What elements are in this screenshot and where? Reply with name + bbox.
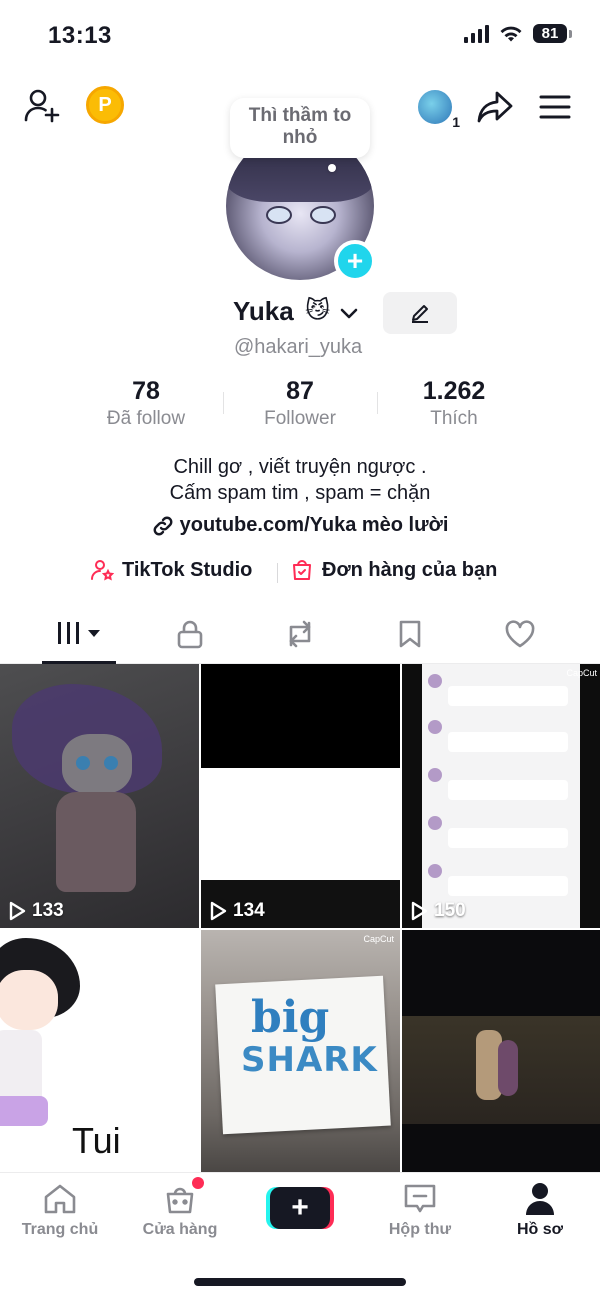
profile-note-bubble[interactable]: Thì thầm to nhỏ [230,98,370,172]
likes-label: Thích [430,408,478,429]
following-stat[interactable]: 78 Đã follow [71,376,221,432]
profile-bio: Chill gơ , viết truyện ngược . Cấm spam … [0,454,600,506]
share-arrow-icon [477,91,513,123]
nav-profile-label: Hồ sơ [516,1221,564,1238]
switch-account-button[interactable]: 1 [414,86,460,130]
coin-button[interactable]: P [86,86,124,124]
bio-line: Chill gơ , viết truyện ngược . [173,456,427,478]
video-caption: Tui [72,1120,121,1161]
tab-private[interactable] [130,604,250,664]
cellular-signal-icon [464,24,489,43]
capcut-watermark: CapCut [363,934,394,944]
menu-button[interactable] [536,88,574,126]
video-thumbnail[interactable]: 133 [0,664,199,928]
add-friend-button[interactable] [22,86,62,126]
coin-icon: P [98,93,112,116]
create-button[interactable]: + [266,1187,334,1229]
nav-inbox[interactable]: Hộp thư [360,1181,480,1251]
battery-level: 81 [533,24,567,43]
add-story-button[interactable]: + [334,240,376,282]
status-indicators: 81 [464,24,572,43]
video-thumbnail[interactable]: CapCut 150 [402,664,600,928]
video-caption: big [251,992,330,1043]
person-icon [526,1183,554,1215]
share-profile-button[interactable] [474,86,516,128]
bio-line: Cấm spam tim , spam = chặn [169,482,431,504]
add-person-icon [24,89,60,123]
username: @hakari_yuka [234,336,363,358]
tab-favorites[interactable] [350,604,470,664]
following-label: Đã follow [106,408,186,429]
heart-icon [505,620,535,648]
profile-note-text: Thì thầm to nhỏ [248,105,352,148]
bookmark-icon [399,620,421,648]
hamburger-menu-icon [539,95,571,119]
tab-liked[interactable] [460,604,580,664]
home-icon [44,1184,76,1214]
play-icon [210,901,227,921]
quick-links: TikTok Studio Đơn hàng của bạn [0,558,600,588]
home-indicator [194,1278,406,1286]
orders-button[interactable]: Đơn hàng của bạn [290,558,497,582]
content-tabs [0,604,600,664]
status-time: 13:13 [48,22,112,49]
grid-icon [58,622,100,644]
view-count-text: 133 [32,900,64,921]
view-count-text: 134 [233,900,265,921]
notification-dot [192,1177,204,1189]
nav-shop[interactable]: Cửa hàng [120,1177,240,1251]
tiktok-studio-label: TikTok Studio [122,558,253,581]
nav-shop-label: Cửa hàng [142,1221,218,1238]
tiktok-studio-button[interactable]: TikTok Studio [90,558,252,582]
play-icon [9,901,26,921]
nav-home[interactable]: Trang chủ [0,1181,120,1251]
account-count-badge: 1 [452,114,460,130]
battery-icon: 81 [533,24,572,43]
inbox-icon [404,1184,436,1213]
followers-label: Follower [264,408,336,429]
followers-count: 87 [286,377,314,405]
shopping-bag-check-icon [293,560,311,580]
video-thumbnail[interactable]: Tui [0,930,199,1174]
bio-link-text: youtube.com/Yuka mèo lười [179,514,449,536]
person-star-icon [91,560,114,581]
mini-avatar [416,88,454,126]
tab-reposts[interactable] [240,604,360,664]
lock-icon [177,620,203,649]
view-count: 133 [8,900,64,922]
wifi-icon [500,26,522,41]
view-count: 134 [209,900,265,922]
plus-icon: + [270,1187,330,1229]
video-thumbnail[interactable] [402,930,600,1174]
display-name: Yuka [233,296,294,326]
followers-stat[interactable]: 87 Follower [225,376,375,432]
play-icon [411,901,428,921]
shopping-bag-icon [166,1187,194,1214]
status-bar: 13:13 81 [0,0,600,76]
view-count-text: 150 [434,900,466,921]
nav-profile[interactable]: Hồ sơ [480,1181,600,1251]
likes-stat[interactable]: 1.262 Thích [379,376,529,432]
chevron-down-icon[interactable] [338,302,360,324]
nav-inbox-label: Hộp thư [388,1221,452,1238]
bio-link[interactable]: youtube.com/Yuka mèo lười [0,514,600,537]
orders-label: Đơn hàng của bạn [322,558,498,581]
tab-videos[interactable] [20,604,140,664]
nav-home-label: Trang chủ [21,1221,99,1238]
name-emoji: 😼 [305,297,331,324]
video-thumbnail[interactable]: 134 [201,664,400,928]
capcut-watermark: CapCut [566,668,597,678]
video-thumbnail[interactable]: big SHARK CapCut [201,930,400,1174]
following-count: 78 [132,377,160,405]
link-icon [153,516,173,535]
view-count: 150 [410,900,466,922]
edit-profile-button[interactable] [383,292,457,334]
profile-stats: 78 Đã follow 87 Follower 1.262 Thích [0,376,600,436]
name-row: Yuka 😼 [0,292,600,336]
likes-count: 1.262 [422,377,486,405]
repost-icon [289,620,311,648]
video-grid: 133 134 CapCut 150 Tui big SHARK CapCut [0,664,600,1174]
video-caption: SHARK [241,1040,378,1080]
pencil-icon [412,305,428,323]
